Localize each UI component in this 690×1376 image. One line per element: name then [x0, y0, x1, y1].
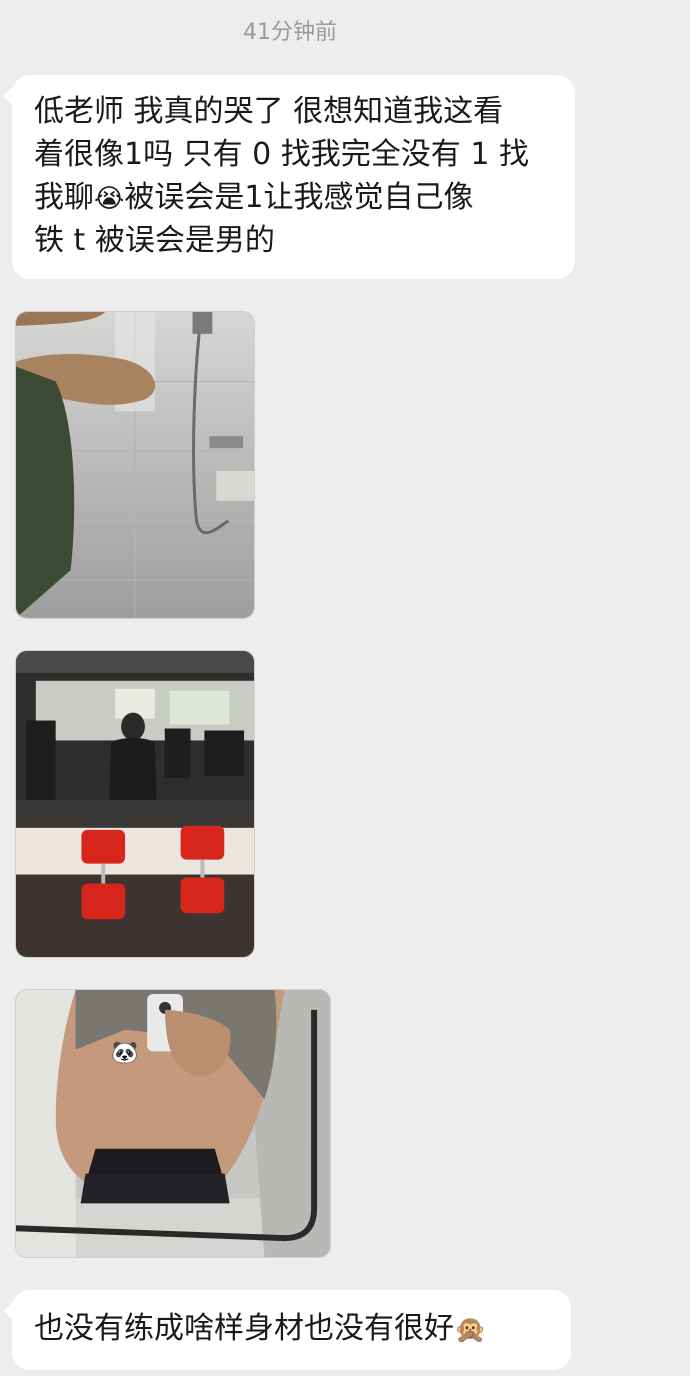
message-line: 着很像1吗 只有 0 找我完全没有 1 找: [34, 137, 529, 172]
crying-emoji-icon: 😭: [94, 183, 125, 214]
message-line: 我聊😭被误会是1让我感觉自己像: [34, 176, 553, 219]
message-text: 被误会是1让我感觉自己像: [124, 180, 474, 215]
message-line: 低老师 我真的哭了 很想知道我这看: [34, 94, 504, 129]
message-bubble-1[interactable]: 低老师 我真的哭了 很想知道我这看 着很像1吗 只有 0 找我完全没有 1 找 …: [3, 75, 575, 279]
photo-message-2[interactable]: [15, 650, 255, 958]
gym-dumbbell-photo: [16, 651, 254, 957]
bathroom-arm-photo: [16, 312, 254, 618]
message-bubble-2[interactable]: 也没有练成啥样身材也没有很好🙊: [3, 1290, 571, 1370]
message-text: 也没有练成啥样身材也没有很好: [34, 1311, 454, 1346]
see-no-evil-monkey-emoji-icon: 🙊: [454, 1314, 487, 1345]
message-line: 铁 t 被误会是男的: [34, 223, 275, 258]
message-text: 我聊: [34, 180, 94, 215]
timestamp: 41分钟前: [243, 20, 337, 45]
photo-message-1[interactable]: [15, 311, 255, 619]
mirror-selfie-photo: 🐼: [16, 990, 330, 1257]
panda-sticker-icon: 🐼: [111, 1039, 139, 1065]
photo-message-3[interactable]: 🐼: [15, 989, 331, 1258]
